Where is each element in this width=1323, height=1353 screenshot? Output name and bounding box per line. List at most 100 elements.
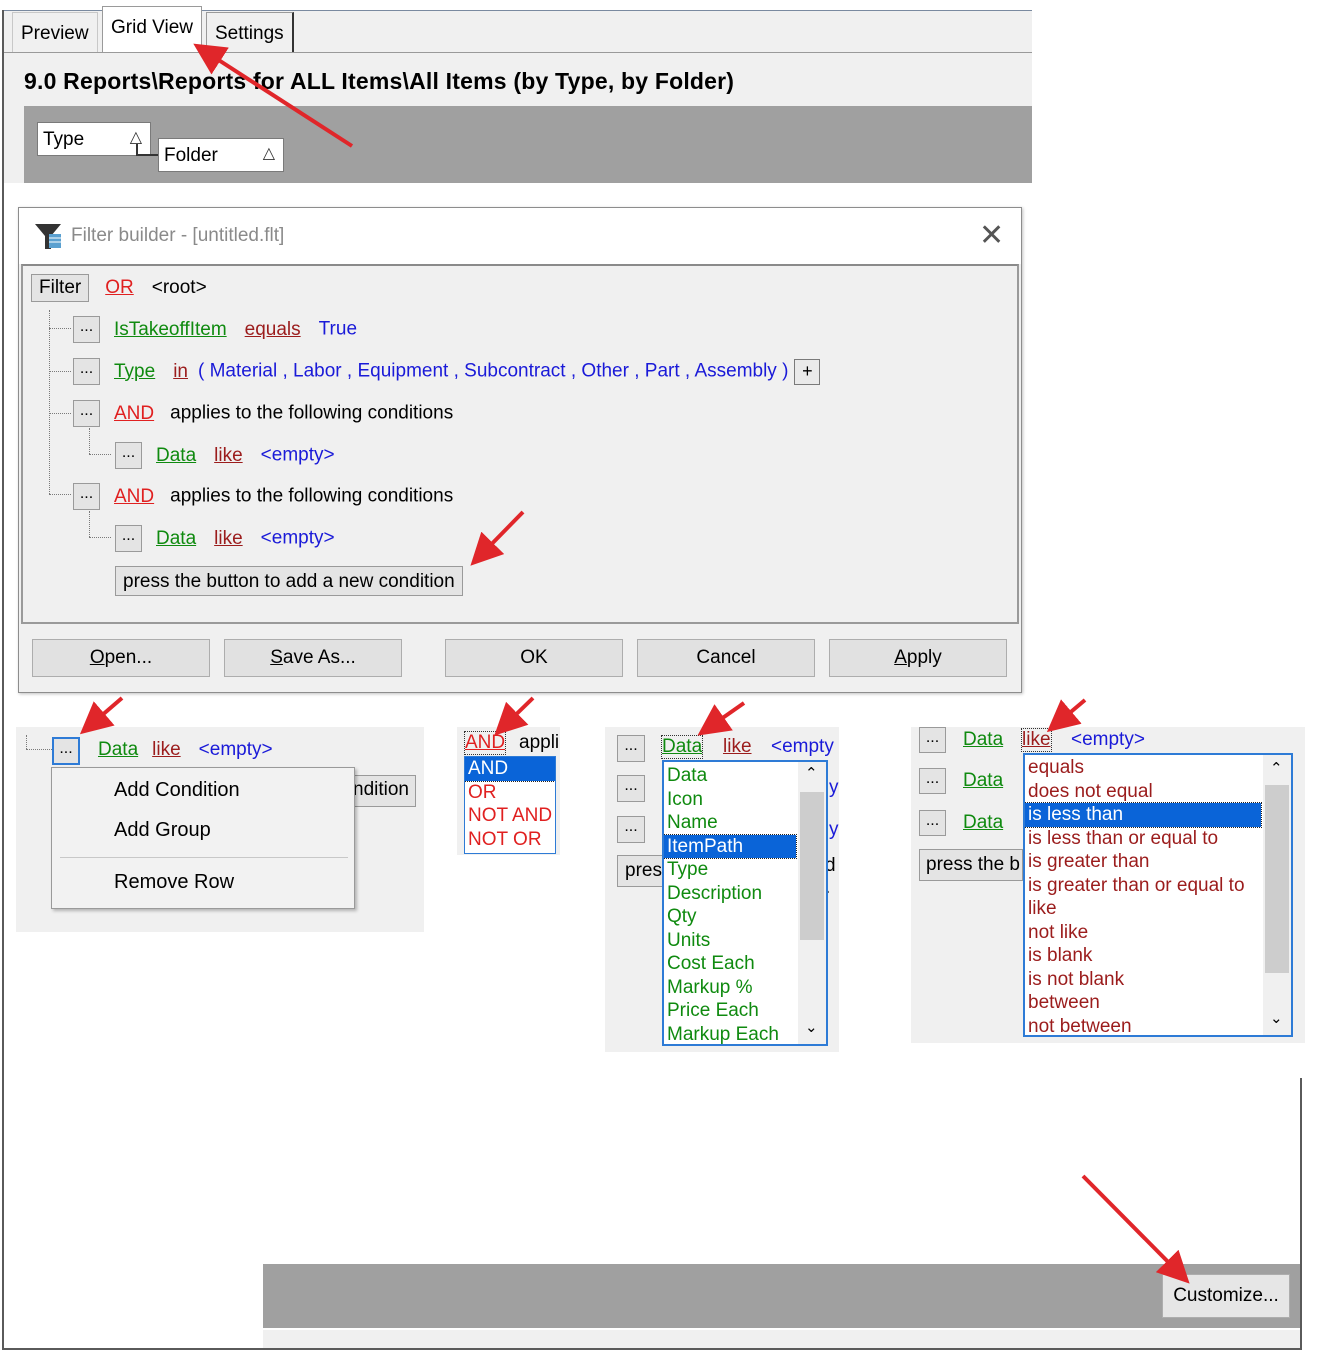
condition-field[interactable]: Type: [114, 361, 155, 382]
operator-option[interactable]: is greater than or equal to: [1025, 874, 1261, 898]
option-not-and[interactable]: NOT AND: [465, 804, 555, 828]
value-item[interactable]: Assembly: [694, 361, 776, 382]
menu-item-add-condition[interactable]: Add Condition: [114, 779, 240, 802]
field-option[interactable]: Cost Each: [664, 952, 796, 976]
condition-field[interactable]: Data: [156, 445, 196, 466]
open-button[interactable]: Open...: [32, 639, 210, 677]
add-value-button[interactable]: +: [794, 358, 821, 385]
field-option[interactable]: Data: [664, 764, 796, 788]
condition-operator[interactable]: like: [214, 445, 243, 466]
condition-operator[interactable]: equals: [245, 319, 301, 340]
cancel-button[interactable]: Cancel: [637, 639, 815, 677]
row-menu-button[interactable]: ...: [617, 775, 645, 802]
row-menu-button[interactable]: ...: [617, 735, 645, 762]
condition-operator[interactable]: like: [214, 528, 243, 549]
operator-option[interactable]: is blank: [1025, 944, 1261, 968]
row-menu-button[interactable]: ...: [73, 358, 100, 385]
value-item[interactable]: Other: [581, 361, 629, 382]
condition-operator[interactable]: in: [173, 361, 188, 382]
condition-field[interactable]: Data: [660, 735, 704, 759]
tab-grid-view[interactable]: Grid View: [102, 6, 203, 52]
field-option[interactable]: Description: [664, 882, 796, 906]
close-icon[interactable]: ✕: [979, 218, 1004, 253]
scrollbar-thumb[interactable]: [800, 792, 824, 940]
condition-operator[interactable]: like: [1021, 728, 1052, 752]
tab-preview[interactable]: Preview: [12, 12, 98, 52]
field-option[interactable]: Markup %: [664, 976, 796, 1000]
operator-listbox[interactable]: equals does not equal is less than is le…: [1023, 753, 1293, 1037]
scroll-down-icon[interactable]: ⌄: [1270, 1009, 1283, 1027]
scroll-down-icon[interactable]: ⌄: [805, 1018, 818, 1036]
scroll-up-icon[interactable]: ⌃: [805, 764, 818, 782]
menu-item-remove-row[interactable]: Remove Row: [114, 871, 234, 894]
operator-option[interactable]: not between: [1025, 1015, 1261, 1036]
field-option[interactable]: Type: [664, 858, 796, 882]
option-and[interactable]: AND: [465, 757, 555, 782]
row-menu-button[interactable]: ...: [919, 727, 946, 753]
row-menu-button[interactable]: ...: [115, 525, 142, 552]
option-not-or[interactable]: NOT OR: [465, 828, 555, 852]
field-option[interactable]: Markup Each: [664, 1023, 796, 1045]
row-menu-button[interactable]: ...: [617, 816, 645, 843]
group-by-type[interactable]: Type △: [37, 122, 151, 156]
field-option[interactable]: Units: [664, 929, 796, 953]
field-option[interactable]: Qty: [664, 905, 796, 929]
add-condition-button[interactable]: press the button to add a new condition: [115, 566, 463, 596]
row-menu-button[interactable]: ...: [52, 737, 80, 765]
operator-option[interactable]: does not equal: [1025, 780, 1261, 804]
customize-button[interactable]: Customize...: [1162, 1274, 1290, 1318]
condition-field[interactable]: Data: [963, 770, 1003, 792]
row-menu-button[interactable]: ...: [115, 442, 142, 469]
condition-operator[interactable]: like: [723, 736, 752, 758]
condition-value[interactable]: True: [319, 319, 357, 340]
condition-value[interactable]: <empty>: [199, 739, 273, 760]
operator-option[interactable]: is greater than: [1025, 850, 1261, 874]
operator-list-scrollbar[interactable]: ⌃ ⌄: [1263, 755, 1291, 1035]
field-option[interactable]: Name: [664, 811, 796, 835]
condition-value[interactable]: <empty>: [261, 528, 335, 549]
row-menu-button[interactable]: ...: [919, 768, 946, 794]
condition-field[interactable]: IsTakeoffItem: [114, 319, 227, 340]
operator-option[interactable]: is not blank: [1025, 968, 1261, 992]
filter-button[interactable]: Filter: [31, 274, 90, 302]
condition-field[interactable]: Data: [963, 729, 1003, 751]
row-menu-button[interactable]: ...: [73, 316, 100, 343]
value-item[interactable]: Material: [210, 361, 278, 382]
group-logic-op[interactable]: AND: [114, 403, 154, 424]
field-list-scrollbar[interactable]: ⌃ ⌄: [798, 762, 826, 1044]
save-as-button[interactable]: Save As...: [224, 639, 402, 677]
group-by-folder[interactable]: Folder △: [158, 138, 284, 172]
logic-op-listbox[interactable]: AND OR NOT AND NOT OR: [464, 756, 556, 854]
group-logic-op[interactable]: AND: [463, 731, 507, 755]
condition-field[interactable]: Data: [156, 528, 196, 549]
scrollbar-thumb[interactable]: [1265, 785, 1289, 973]
tab-settings[interactable]: Settings: [206, 12, 294, 52]
option-or[interactable]: OR: [465, 781, 555, 805]
operator-option-selected[interactable]: is less than: [1025, 802, 1262, 828]
condition-operator[interactable]: like: [152, 739, 181, 760]
row-menu-button[interactable]: ...: [73, 483, 100, 510]
operator-option[interactable]: not like: [1025, 921, 1261, 945]
apply-button[interactable]: Apply: [829, 639, 1007, 677]
field-option[interactable]: Icon: [664, 788, 796, 812]
value-item[interactable]: Equipment: [357, 361, 448, 382]
group-logic-op[interactable]: AND: [114, 486, 154, 507]
scroll-up-icon[interactable]: ⌃: [1270, 759, 1283, 777]
row-menu-button[interactable]: ...: [73, 400, 100, 427]
add-condition-button-partial[interactable]: press the b: [919, 849, 1023, 881]
field-option[interactable]: Price Each: [664, 999, 796, 1023]
condition-value-partial[interactable]: <empty: [771, 736, 834, 758]
operator-option[interactable]: like: [1025, 897, 1261, 921]
operator-option[interactable]: equals: [1025, 756, 1261, 780]
ok-button[interactable]: OK: [445, 639, 623, 677]
menu-item-add-group[interactable]: Add Group: [114, 819, 211, 842]
value-item[interactable]: Labor: [293, 361, 342, 382]
condition-field[interactable]: Data: [98, 739, 138, 760]
root-logic-op[interactable]: OR: [105, 277, 134, 298]
condition-value[interactable]: <empty>: [1071, 729, 1145, 751]
operator-option[interactable]: between: [1025, 991, 1261, 1015]
row-menu-button[interactable]: ...: [919, 810, 946, 836]
value-item[interactable]: Subcontract: [464, 361, 565, 382]
condition-field[interactable]: Data: [963, 812, 1003, 834]
field-listbox[interactable]: Data Icon Name ItemPath Type Description…: [662, 760, 828, 1046]
